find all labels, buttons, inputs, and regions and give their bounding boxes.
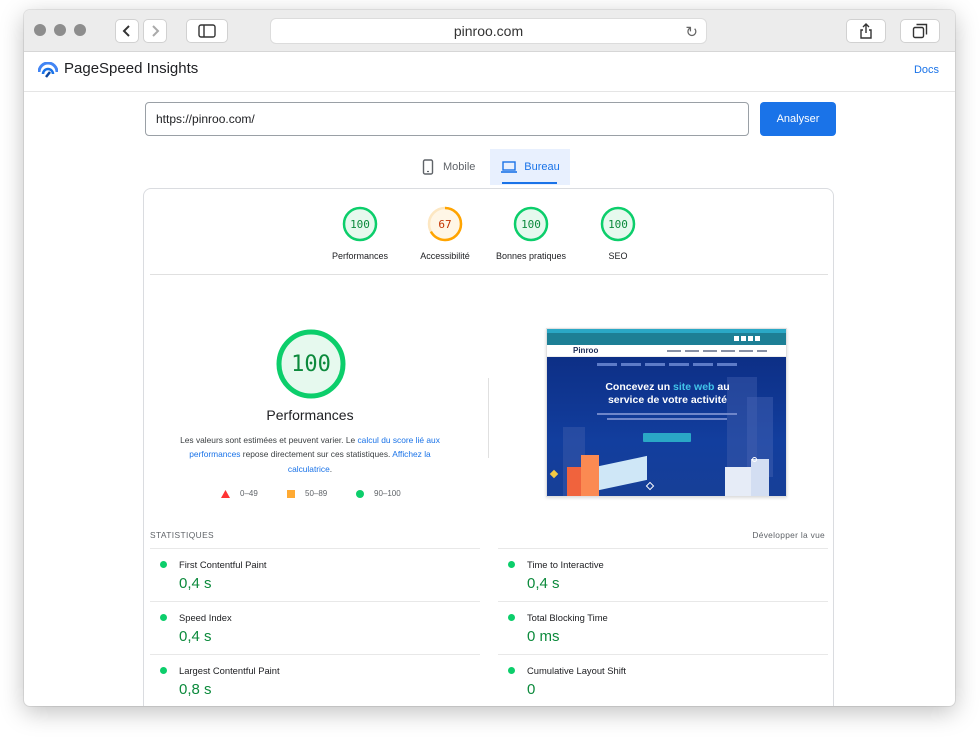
- tab-desktop-label: Bureau: [524, 161, 560, 173]
- metric-first-contentful-paint: First Contentful Paint 0,4 s: [150, 548, 480, 601]
- headline-text: service de votre activité: [607, 394, 728, 406]
- pagespeed-logo-icon: [38, 62, 58, 78]
- laptop-icon: [501, 161, 518, 173]
- metric-value: 0,4 s: [179, 628, 212, 645]
- score-label: Performances: [331, 251, 389, 261]
- stats-heading: STATISTIQUES: [150, 530, 215, 540]
- metric-name: Speed Index: [179, 612, 232, 623]
- metric-time-to-interactive: Time to Interactive 0,4 s: [498, 548, 828, 601]
- address-bar[interactable]: pinroo.com ↻: [270, 18, 707, 44]
- browser-window: pinroo.com ↻ PageSpeed Insights Docs htt…: [24, 10, 955, 706]
- sidebar-icon: [198, 24, 216, 38]
- metric-name: Largest Contentful Paint: [179, 665, 280, 676]
- metric-total-blocking-time: Total Blocking Time 0 ms: [498, 601, 828, 654]
- metric-value: 0,4 s: [179, 575, 212, 592]
- pass-dot-icon: [508, 614, 515, 621]
- tabs-icon: [912, 23, 928, 39]
- legend-range: 50–89: [305, 489, 328, 498]
- metric-value: 0,8 s: [179, 681, 212, 698]
- screenshot-social-bar: [547, 333, 786, 345]
- back-button[interactable]: [115, 19, 139, 43]
- score-label: Accessibilité: [420, 251, 470, 261]
- reload-icon[interactable]: ↻: [685, 23, 698, 41]
- legend-range: 0–49: [240, 489, 258, 498]
- close-window-button[interactable]: [34, 24, 46, 36]
- metric-name: First Contentful Paint: [179, 559, 267, 570]
- browser-toolbar: pinroo.com ↻: [24, 10, 955, 52]
- desc-text: repose directement sur ces statistiques.: [240, 449, 393, 460]
- triangle-icon: [221, 489, 230, 498]
- share-icon: [860, 23, 872, 39]
- legend-fail: 0–49: [221, 489, 258, 498]
- circle-icon: [356, 489, 364, 498]
- final-screenshot[interactable]: Pinroo Concevez un site web au service d…: [546, 328, 787, 497]
- pass-dot-icon: [508, 561, 515, 568]
- active-tab-indicator: [502, 182, 557, 184]
- minimize-window-button[interactable]: [54, 24, 66, 36]
- app-header: PageSpeed Insights Docs: [24, 52, 955, 92]
- score-gauge-seo[interactable]: 100 SEO: [578, 206, 658, 261]
- score-gauge-accessibility[interactable]: 67 Accessibilité: [405, 206, 485, 261]
- headline-text: au: [714, 381, 730, 393]
- pass-dot-icon: [508, 667, 515, 674]
- metric-value: 0,4 s: [527, 575, 560, 592]
- square-icon: [287, 489, 295, 498]
- legend-range: 90–100: [374, 489, 401, 498]
- metric-cumulative-layout-shift: Cumulative Layout Shift 0: [498, 654, 828, 706]
- url-input[interactable]: https://pinroo.com/: [145, 102, 749, 136]
- docs-link[interactable]: Docs: [914, 64, 939, 76]
- zoom-window-button[interactable]: [74, 24, 86, 36]
- headline-highlight: site web: [673, 381, 715, 393]
- tab-desktop[interactable]: Bureau: [490, 149, 570, 185]
- score-value: 67: [438, 217, 452, 231]
- score-gauge-performance[interactable]: 100 Performances: [320, 206, 400, 261]
- pass-dot-icon: [160, 561, 167, 568]
- screenshot-logo: Pinroo: [573, 346, 599, 355]
- metric-value: 0 ms: [527, 628, 560, 645]
- performance-title: Performances: [266, 407, 354, 423]
- performance-description: Les valeurs sont estimées et peuvent var…: [174, 433, 446, 476]
- phone-icon: [422, 159, 434, 175]
- performance-score-value: 100: [291, 351, 331, 377]
- metric-largest-contentful-paint: Largest Contentful Paint 0,8 s: [150, 654, 480, 706]
- score-gauge-best-practices[interactable]: 100 Bonnes pratiques: [491, 206, 571, 261]
- score-value: 100: [521, 217, 541, 231]
- tab-mobile-label: Mobile: [443, 161, 476, 173]
- performance-big-gauge: 100: [275, 328, 347, 400]
- screenshot-headline: Concevez un site web au service de votre…: [547, 381, 786, 407]
- score-value: 100: [608, 217, 628, 231]
- chevron-left-icon: [122, 25, 130, 37]
- pass-dot-icon: [160, 614, 167, 621]
- tabs-overview-button[interactable]: [900, 19, 940, 43]
- metric-name: Total Blocking Time: [527, 612, 608, 623]
- chevron-right-icon: [152, 25, 160, 37]
- headline-text: Concevez un: [605, 381, 674, 393]
- vertical-divider: [488, 378, 489, 458]
- divider: [150, 274, 828, 275]
- address-text: pinroo.com: [453, 23, 524, 39]
- legend-pass: 90–100: [356, 489, 401, 498]
- metric-name: Time to Interactive: [527, 559, 604, 570]
- desc-text: .: [329, 463, 333, 474]
- score-label: SEO: [608, 251, 628, 261]
- score-label: Bonnes pratiques: [495, 251, 567, 261]
- expand-view-toggle[interactable]: Développer la vue: [752, 530, 825, 540]
- score-value: 100: [350, 217, 370, 231]
- share-button[interactable]: [846, 19, 886, 43]
- metric-name: Cumulative Layout Shift: [527, 665, 627, 676]
- screenshot-hero: Concevez un site web au service de votre…: [547, 357, 786, 496]
- legend-average: 50–89: [287, 489, 327, 498]
- forward-button[interactable]: [143, 19, 167, 43]
- desc-text: Les valeurs sont estimées et peuvent var…: [180, 435, 358, 445]
- metric-value: 0: [527, 681, 536, 698]
- screenshot-nav: Pinroo: [547, 345, 786, 357]
- sidebar-toggle-button[interactable]: [186, 19, 228, 43]
- tab-mobile[interactable]: Mobile: [422, 149, 490, 185]
- metric-speed-index: Speed Index 0,4 s: [150, 601, 480, 654]
- pass-dot-icon: [160, 667, 167, 674]
- app-title: PageSpeed Insights: [64, 60, 199, 77]
- analyse-button[interactable]: Analyser: [760, 102, 836, 136]
